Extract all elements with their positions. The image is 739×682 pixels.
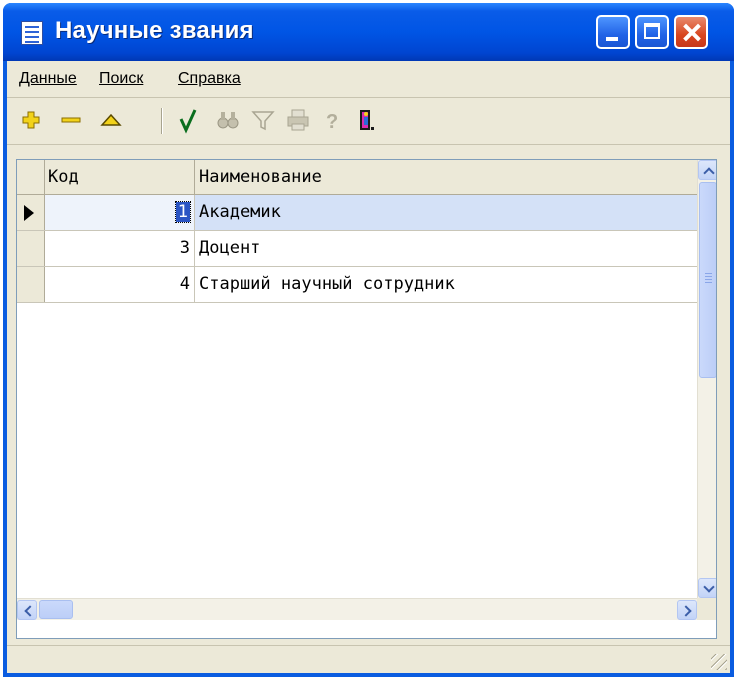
cell-code[interactable]: 1	[45, 195, 195, 230]
cell-name[interactable]: Доцент	[195, 231, 697, 266]
chevron-up-icon	[703, 167, 715, 179]
horizontal-scrollbar[interactable]	[17, 598, 697, 620]
delete-icon[interactable]	[57, 106, 85, 134]
filter-icon	[251, 111, 275, 131]
data-grid[interactable]: Код Наименование 1 Академик 3 Доцент 4 С…	[16, 159, 717, 639]
menu-help[interactable]: Справка	[178, 70, 241, 88]
app-window: Научные звания Данные Поиск Справка ? Ко…	[3, 3, 734, 677]
current-row-arrow-icon	[24, 205, 34, 221]
menu-bar: Данные Поиск Справка	[7, 61, 730, 97]
window-title: Научные звания	[55, 17, 254, 44]
title-bar[interactable]: Научные звания	[3, 3, 734, 61]
size-grip[interactable]	[711, 654, 727, 670]
scrollbar-corner	[697, 598, 716, 620]
exit-icon[interactable]	[352, 106, 380, 134]
chevron-left-icon	[24, 605, 36, 617]
scroll-left-button[interactable]	[17, 600, 37, 620]
indicator-header	[17, 160, 45, 194]
cell-code[interactable]: 3	[45, 231, 195, 266]
chevron-right-icon	[680, 605, 692, 617]
edit-icon[interactable]	[97, 106, 125, 134]
table-row[interactable]: 4 Старший научный сотрудник	[17, 267, 697, 303]
cell-name[interactable]: Старший научный сотрудник	[195, 267, 697, 302]
grid-header: Код Наименование	[17, 160, 697, 195]
scroll-up-button[interactable]	[698, 160, 716, 180]
horizontal-scroll-thumb[interactable]	[39, 600, 73, 619]
find-icon	[217, 112, 239, 129]
toolbar-separator	[161, 108, 163, 134]
column-header-code[interactable]: Код	[45, 160, 195, 194]
minimize-button[interactable]	[596, 15, 630, 49]
add-icon[interactable]	[17, 106, 45, 134]
table-row[interactable]: 3 Доцент	[17, 231, 697, 267]
menu-search[interactable]: Поиск	[99, 70, 143, 88]
scroll-right-button[interactable]	[677, 600, 697, 620]
row-indicator[interactable]	[17, 195, 45, 230]
app-icon[interactable]	[21, 21, 43, 45]
scroll-down-button[interactable]	[698, 578, 716, 598]
menu-data[interactable]: Данные	[19, 70, 77, 88]
client-area: Данные Поиск Справка ? Код Наименование …	[7, 61, 730, 673]
status-bar	[7, 645, 730, 673]
cell-code[interactable]: 4	[45, 267, 195, 302]
print-icon	[287, 109, 309, 131]
row-indicator[interactable]	[17, 267, 45, 302]
chevron-down-icon	[703, 581, 715, 593]
vertical-scroll-thumb[interactable]	[699, 182, 716, 378]
help-icon: ?	[326, 111, 338, 133]
column-header-name[interactable]: Наименование	[195, 160, 697, 194]
close-button[interactable]	[674, 15, 708, 49]
table-row[interactable]: 1 Академик	[17, 195, 697, 231]
row-indicator[interactable]	[17, 231, 45, 266]
post-icon[interactable]	[175, 106, 203, 134]
maximize-button[interactable]	[635, 15, 669, 49]
vertical-scrollbar[interactable]	[697, 160, 716, 598]
toolbar: ?	[7, 97, 730, 145]
svg-text:?: ?	[326, 111, 338, 133]
cell-name[interactable]: Академик	[195, 195, 697, 230]
